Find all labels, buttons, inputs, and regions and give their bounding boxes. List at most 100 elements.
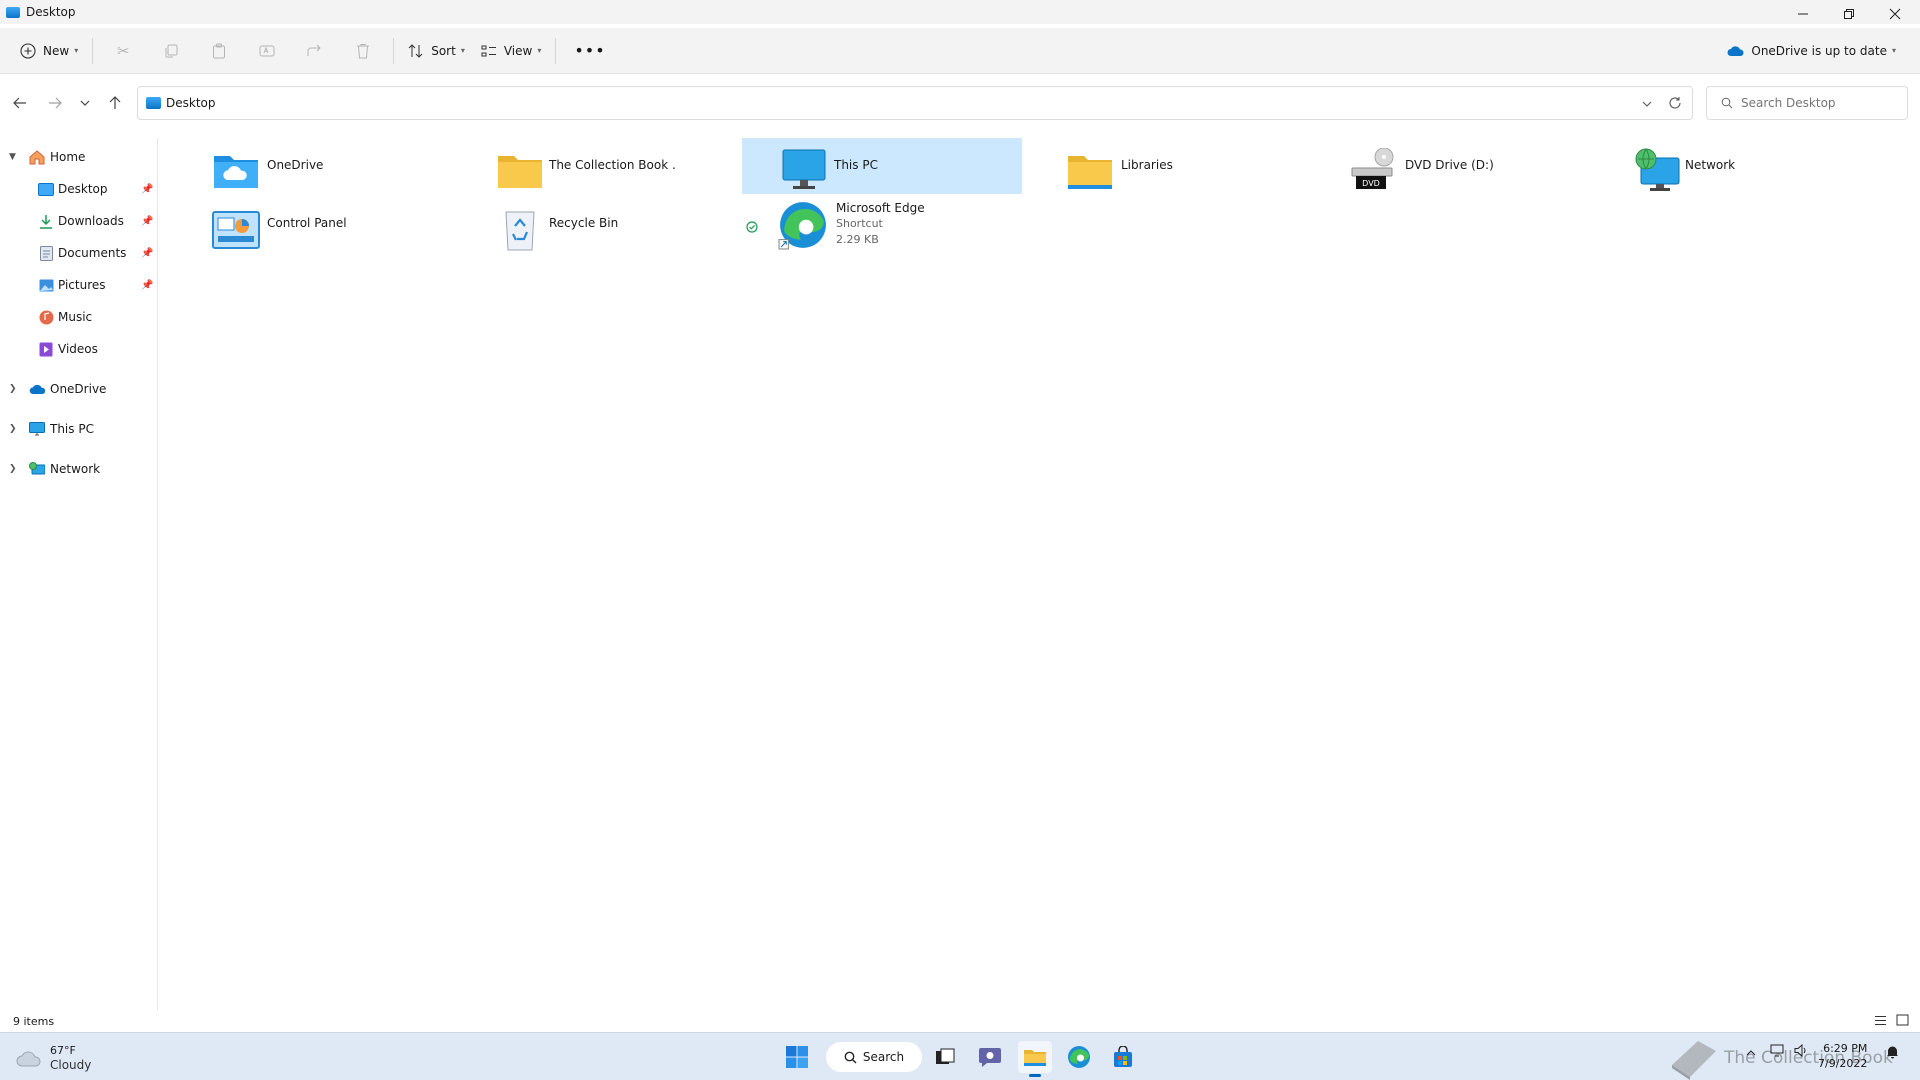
chat-button[interactable] xyxy=(973,1041,1007,1073)
item-network[interactable]: Network xyxy=(1594,138,1874,194)
new-button[interactable]: New ▾ xyxy=(12,35,86,67)
sidebar-item-downloads[interactable]: Downloads 📌 xyxy=(0,207,158,235)
item-recycle-bin[interactable]: Recycle Bin xyxy=(446,198,726,254)
refresh-icon xyxy=(1669,97,1681,109)
notifications-button[interactable] xyxy=(1886,1045,1899,1062)
item-name: This PC xyxy=(834,158,878,172)
cloud-icon xyxy=(1727,45,1744,56)
paste-button[interactable] xyxy=(195,35,243,67)
sidebar-item-pictures[interactable]: Pictures 📌 xyxy=(0,271,158,299)
sidebar-item-home[interactable]: ▼ Home xyxy=(0,143,158,171)
monitor-network-icon xyxy=(1770,1044,1784,1057)
refresh-button[interactable] xyxy=(1668,96,1682,113)
active-indicator xyxy=(1029,1074,1041,1077)
divider xyxy=(393,37,395,64)
rename-button[interactable] xyxy=(243,35,291,67)
address-history-button[interactable] xyxy=(1642,97,1652,111)
desktop-icon xyxy=(38,182,54,196)
divider xyxy=(92,37,94,64)
command-bar: New ▾ ✂ Sort ▾ View ▾ ••• OneDrive is up… xyxy=(0,28,1920,74)
clipboard-icon xyxy=(213,43,226,58)
store-icon xyxy=(1114,1046,1132,1067)
forward-button[interactable] xyxy=(41,90,69,116)
search-input[interactable] xyxy=(1741,96,1901,110)
window-title: Desktop xyxy=(26,5,76,19)
music-icon xyxy=(38,310,54,324)
item-microsoft-edge[interactable]: Microsoft Edge Shortcut 2.29 KB xyxy=(742,198,1022,258)
volume-button[interactable] xyxy=(1794,1043,1808,1060)
sync-check-icon xyxy=(746,221,758,233)
restore-button[interactable] xyxy=(1826,0,1872,28)
sidebar-item-onedrive[interactable]: ❯ OneDrive xyxy=(0,375,158,403)
recycle-bin-icon xyxy=(505,211,535,251)
search-box[interactable] xyxy=(1706,86,1908,120)
sidebar-item-this-pc[interactable]: ❯ This PC xyxy=(0,415,158,443)
taskbar-search-button[interactable]: Search xyxy=(826,1042,922,1072)
details-view-button[interactable] xyxy=(1874,1015,1887,1029)
start-button[interactable] xyxy=(780,1041,814,1073)
sidebar-item-network[interactable]: ❯ Network xyxy=(0,455,158,483)
view-button[interactable]: View ▾ xyxy=(473,35,550,67)
sidebar-item-label: Downloads xyxy=(58,214,124,228)
task-view-button[interactable] xyxy=(928,1041,962,1073)
document-icon xyxy=(38,245,54,261)
sidebar-item-label: Videos xyxy=(58,342,98,356)
weather-widget[interactable]: 67°F Cloudy xyxy=(16,1043,91,1073)
share-icon xyxy=(307,44,321,56)
share-button[interactable] xyxy=(291,35,339,67)
up-button[interactable] xyxy=(101,90,129,116)
pin-icon: 📌 xyxy=(141,279,154,291)
network-status-button[interactable] xyxy=(1770,1044,1784,1060)
item-this-pc[interactable]: This PC xyxy=(742,138,1022,194)
address-bar[interactable]: Desktop xyxy=(137,86,1693,120)
sidebar-item-label: Home xyxy=(50,150,86,164)
sidebar-item-videos[interactable]: Videos xyxy=(0,335,158,363)
chevron-right-icon: ❯ xyxy=(9,424,17,434)
item-type: Shortcut xyxy=(836,217,883,230)
edge-taskbar-button[interactable] xyxy=(1062,1041,1096,1073)
file-explorer-taskbar-button[interactable] xyxy=(1018,1041,1052,1077)
large-icons-view-button[interactable] xyxy=(1896,1014,1909,1029)
onedrive-status-text: OneDrive is up to date xyxy=(1751,43,1887,58)
weather-description: Cloudy xyxy=(50,1058,92,1072)
copy-button[interactable] xyxy=(147,35,195,67)
sidebar-item-label: Pictures xyxy=(58,278,106,292)
back-button[interactable] xyxy=(6,90,34,116)
edge-icon xyxy=(1068,1046,1090,1068)
network-icon xyxy=(1635,148,1680,191)
windows-logo-icon xyxy=(786,1046,808,1068)
item-dvd-drive[interactable]: DVD DVD Drive (D:) xyxy=(1310,138,1590,194)
onedrive-status-button[interactable]: OneDrive is up to date ▾ xyxy=(1727,44,1896,58)
store-button[interactable] xyxy=(1106,1041,1140,1073)
sort-button[interactable]: Sort ▾ xyxy=(400,35,473,67)
view-label: View xyxy=(503,43,533,58)
search-icon xyxy=(1721,97,1733,109)
weather-temperature: 67°F xyxy=(50,1044,76,1057)
item-libraries[interactable]: Libraries xyxy=(1026,138,1306,194)
item-the-collection-book[interactable]: The Collection Book . xyxy=(446,138,726,194)
sidebar-item-label: OneDrive xyxy=(50,382,107,396)
recent-locations-button[interactable] xyxy=(71,90,99,116)
sidebar-item-music[interactable]: Music xyxy=(0,303,158,331)
delete-button[interactable] xyxy=(339,35,387,67)
show-hidden-icons-button[interactable] xyxy=(1746,1047,1756,1060)
sidebar-item-desktop[interactable]: Desktop 📌 xyxy=(0,175,158,203)
copy-icon xyxy=(165,44,178,57)
item-name: Microsoft Edge xyxy=(836,201,925,215)
clock[interactable]: 6:29 PM 7/9/2022 xyxy=(1818,1041,1867,1071)
clock-time: 6:29 PM xyxy=(1823,1042,1868,1055)
minimize-button[interactable] xyxy=(1780,0,1826,28)
cloud-icon xyxy=(29,382,45,396)
control-panel-icon xyxy=(212,211,260,249)
sidebar-item-documents[interactable]: Documents 📌 xyxy=(0,239,158,267)
item-onedrive[interactable]: OneDrive xyxy=(162,138,442,194)
sidebar-item-label: Music xyxy=(58,310,93,324)
computer-icon xyxy=(29,421,45,436)
dvd-drive-icon: DVD xyxy=(1351,148,1394,189)
cut-button[interactable]: ✂ xyxy=(99,35,147,67)
item-control-panel[interactable]: Control Panel xyxy=(162,198,442,254)
close-icon xyxy=(1889,8,1901,20)
more-options-button[interactable]: ••• xyxy=(562,35,617,67)
this-pc-icon xyxy=(782,149,826,189)
close-button[interactable] xyxy=(1872,0,1918,28)
